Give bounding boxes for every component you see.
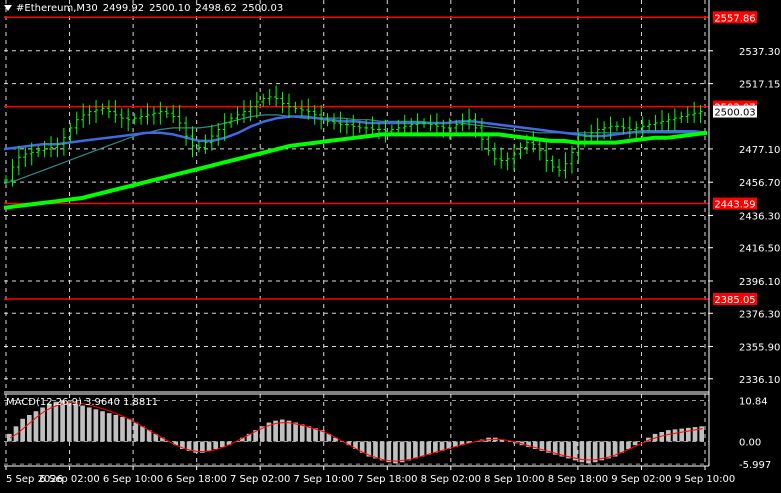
chevron-down-icon[interactable] xyxy=(4,5,12,11)
macd-histogram-bar xyxy=(433,441,438,453)
price-tick-label: 2436.30 xyxy=(739,211,780,222)
macd-histogram-bar xyxy=(672,429,678,442)
price-tick-label: 2517.15 xyxy=(739,80,780,91)
time-tick-label: 8 Sep 02:00 xyxy=(421,474,481,485)
time-tick-label: 9 Sep 02:00 xyxy=(611,474,671,485)
current-price-tag: 2500.03 xyxy=(714,108,755,119)
macd-histogram-bar xyxy=(679,428,685,442)
time-tick-label: 6 Sep 18:00 xyxy=(166,474,226,485)
macd-histogram-bar xyxy=(113,415,119,442)
time-tick-label: 7 Sep 18:00 xyxy=(357,474,417,485)
macd-histogram-bar xyxy=(106,413,112,442)
macd-tick-label: 10.84 xyxy=(739,396,768,407)
macd-histogram-bar xyxy=(599,441,605,461)
time-tick-label: 9 Sep 10:00 xyxy=(675,474,735,485)
macd-value-2: 1.8811 xyxy=(122,397,158,408)
macd-histogram-bar xyxy=(293,422,298,442)
macd-histogram-bar xyxy=(86,407,92,442)
time-tick-label: 7 Sep 10:00 xyxy=(294,474,354,485)
macd-histogram-bar xyxy=(299,424,305,442)
close-value: 2500.03 xyxy=(241,3,284,14)
macd-histogram-bar xyxy=(632,441,638,446)
macd-histogram-bar xyxy=(426,441,432,455)
macd-histogram-bar xyxy=(140,426,145,442)
macd-histogram-bar xyxy=(386,441,392,463)
macd-value-1: 3.9640 xyxy=(84,397,120,408)
macd-histogram-bar xyxy=(379,441,385,461)
macd-histogram-bar xyxy=(26,415,32,442)
macd-histogram-bar xyxy=(413,441,418,459)
macd-tick-label: -5.997 xyxy=(739,460,771,471)
time-tick-label: 7 Sep 02:00 xyxy=(230,474,290,485)
chart-window[interactable]: 2557.862503.072443.592385.05 2537.302517… xyxy=(0,0,781,489)
price-tick-label: 2477.10 xyxy=(739,145,780,156)
price-tick-label: 2376.30 xyxy=(739,309,780,320)
macd-histogram-bar xyxy=(220,441,225,448)
macd-histogram-bar xyxy=(33,411,39,442)
macd-histogram-bar xyxy=(626,441,631,449)
high-value: 2500.10 xyxy=(149,3,191,14)
macd-header: MACD(12,26,9) 3.9640 1.8811 xyxy=(6,397,161,408)
macd-histogram-bar xyxy=(313,428,318,442)
macd-histogram-bar xyxy=(133,422,139,442)
price-tick-label: 2456.70 xyxy=(739,178,780,189)
level-label: 2443.59 xyxy=(714,200,755,211)
price-tick-label: 2396.10 xyxy=(739,277,780,288)
macd-histogram-bar xyxy=(406,441,412,461)
macd-histogram-bar xyxy=(213,441,219,449)
price-tick-label: 2336.10 xyxy=(739,375,780,386)
symbol-label: #Ethereum,M30 xyxy=(16,3,98,14)
macd-histogram-bar xyxy=(206,441,212,451)
macd-histogram-bar xyxy=(286,420,292,442)
level-label: 2385.05 xyxy=(714,295,755,306)
macd-histogram-bar xyxy=(80,405,85,442)
time-tick-label: 6 Sep 10:00 xyxy=(103,474,163,485)
macd-histogram-bar xyxy=(306,426,312,442)
chart-canvas[interactable]: 2557.862503.072443.592385.05 2537.302517… xyxy=(0,0,781,489)
macd-histogram-bar xyxy=(393,441,398,464)
macd-histogram-bar xyxy=(399,441,405,463)
macd-histogram-bar xyxy=(666,430,671,442)
price-tick-label: 2537.30 xyxy=(739,47,780,58)
macd-histogram-bar xyxy=(606,441,611,459)
chart-header: #Ethereum,M30 2499.92 2500.10 2498.62 2500.0… xyxy=(4,3,288,14)
time-tick-label: 6 Sep 02:00 xyxy=(39,474,99,485)
macd-label: MACD(12,26,9) xyxy=(6,397,82,408)
price-tick-label: 2416.50 xyxy=(739,244,780,255)
time-tick-label: 8 Sep 10:00 xyxy=(484,474,544,485)
price-tick-label: 2355.90 xyxy=(739,343,780,354)
macd-histogram-bar xyxy=(73,403,79,442)
macd-histogram-bar xyxy=(100,411,105,442)
macd-histogram-bar xyxy=(686,427,691,442)
macd-histogram-bar xyxy=(93,409,99,442)
macd-histogram-bar xyxy=(373,441,378,459)
time-tick-label: 8 Sep 18:00 xyxy=(548,474,608,485)
open-value: 2499.92 xyxy=(102,3,145,14)
macd-tick-label: 0.00 xyxy=(739,437,761,448)
macd-histogram-bar xyxy=(120,416,125,442)
level-label: 2557.86 xyxy=(714,13,755,24)
macd-histogram-bar xyxy=(619,441,625,453)
macd-histogram-bar xyxy=(419,441,425,457)
macd-histogram-bar xyxy=(126,418,132,442)
low-value: 2498.62 xyxy=(195,3,237,14)
